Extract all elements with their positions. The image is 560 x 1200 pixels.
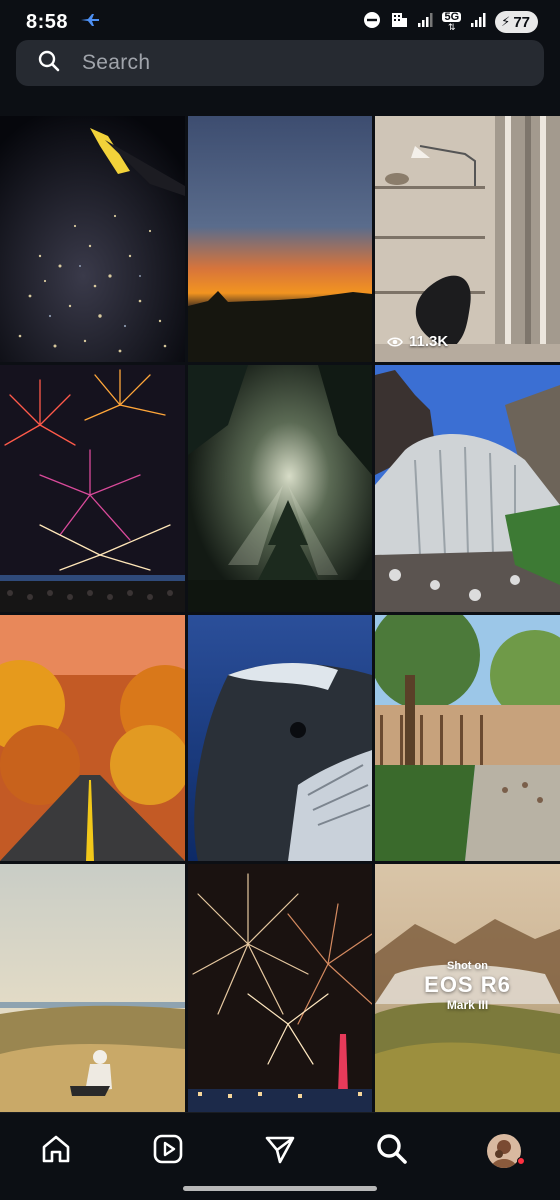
nav-home[interactable]: [36, 1131, 76, 1171]
grid-tile[interactable]: [0, 864, 185, 1112]
grid-tile[interactable]: [188, 615, 372, 861]
grid-tile[interactable]: 11.3K: [375, 116, 560, 362]
tile-image-walkway: [375, 615, 560, 861]
ad-overlay-text: Shot on EOS R6 Mark III: [375, 960, 560, 1012]
view-count-label: 11.3K: [409, 333, 449, 350]
notification-dot: [517, 1157, 525, 1165]
grid-tile[interactable]: [188, 116, 372, 362]
battery-indicator: ⚡ 77: [495, 11, 538, 33]
tile-image-waterfall: [375, 365, 560, 612]
send-icon: [264, 1133, 296, 1170]
nav-search[interactable]: [372, 1131, 412, 1171]
status-time: 8:58: [26, 10, 69, 33]
status-right: 5G ⇅ ⚡ 77: [363, 11, 538, 34]
grid-tile[interactable]: [0, 116, 185, 362]
nav-reels[interactable]: [148, 1131, 188, 1171]
grid-tile[interactable]: [188, 365, 372, 612]
signal-icon-2: [470, 12, 486, 33]
network-type-icon: 5G ⇅: [442, 11, 462, 32]
ad-line-3: Mark III: [446, 998, 489, 1012]
search-icon: [376, 1133, 408, 1170]
tile-image-interior: [375, 116, 560, 362]
tile-image-sunset: [188, 116, 372, 362]
tile-image-autumn-road: [0, 615, 185, 861]
search-placeholder: Search: [82, 51, 151, 74]
grid-tile[interactable]: [0, 615, 185, 861]
ad-line-2: EOS R6: [424, 972, 511, 997]
home-icon: [40, 1133, 72, 1170]
home-indicator[interactable]: [183, 1186, 377, 1191]
tile-image-city-night: [0, 116, 185, 362]
charging-icon: ⚡: [501, 14, 511, 29]
nav-profile[interactable]: [484, 1131, 524, 1171]
status-bar: 8:58 5G ⇅ ⚡ 77: [0, 0, 560, 44]
views-icon: [387, 334, 403, 350]
airplane-notification-icon: [80, 13, 100, 32]
grid-tile[interactable]: [375, 615, 560, 861]
do-not-disturb-icon: [363, 11, 381, 34]
reels-icon: [152, 1133, 184, 1170]
search-input[interactable]: Search: [16, 40, 544, 86]
battery-level: 77: [513, 13, 530, 31]
grid-tile[interactable]: [0, 365, 185, 612]
ad-line-1: Shot on: [447, 960, 488, 972]
building-icon: [390, 11, 408, 34]
network-type-label: 5G: [442, 11, 462, 23]
tile-image-coastal-hill: [0, 864, 185, 1112]
explore-grid: 11.3K Shot on EOS R6 Mark III: [0, 116, 560, 1112]
tile-image-fireworks: [0, 365, 185, 612]
tile-image-city-fireworks: [188, 864, 372, 1112]
signal-icon-1: [417, 12, 433, 33]
grid-tile[interactable]: Shot on EOS R6 Mark III: [375, 864, 560, 1112]
data-arrows-icon: ⇅: [448, 22, 456, 32]
status-left: 8:58: [26, 11, 100, 34]
grid-tile[interactable]: [188, 864, 372, 1112]
profile-avatar: [487, 1134, 521, 1168]
view-count: 11.3K: [387, 333, 448, 350]
search-icon: [38, 50, 60, 77]
grid-tile[interactable]: [375, 365, 560, 612]
tile-image-whale: [188, 615, 372, 861]
tile-image-forest: [188, 365, 372, 612]
nav-send[interactable]: [260, 1131, 300, 1171]
